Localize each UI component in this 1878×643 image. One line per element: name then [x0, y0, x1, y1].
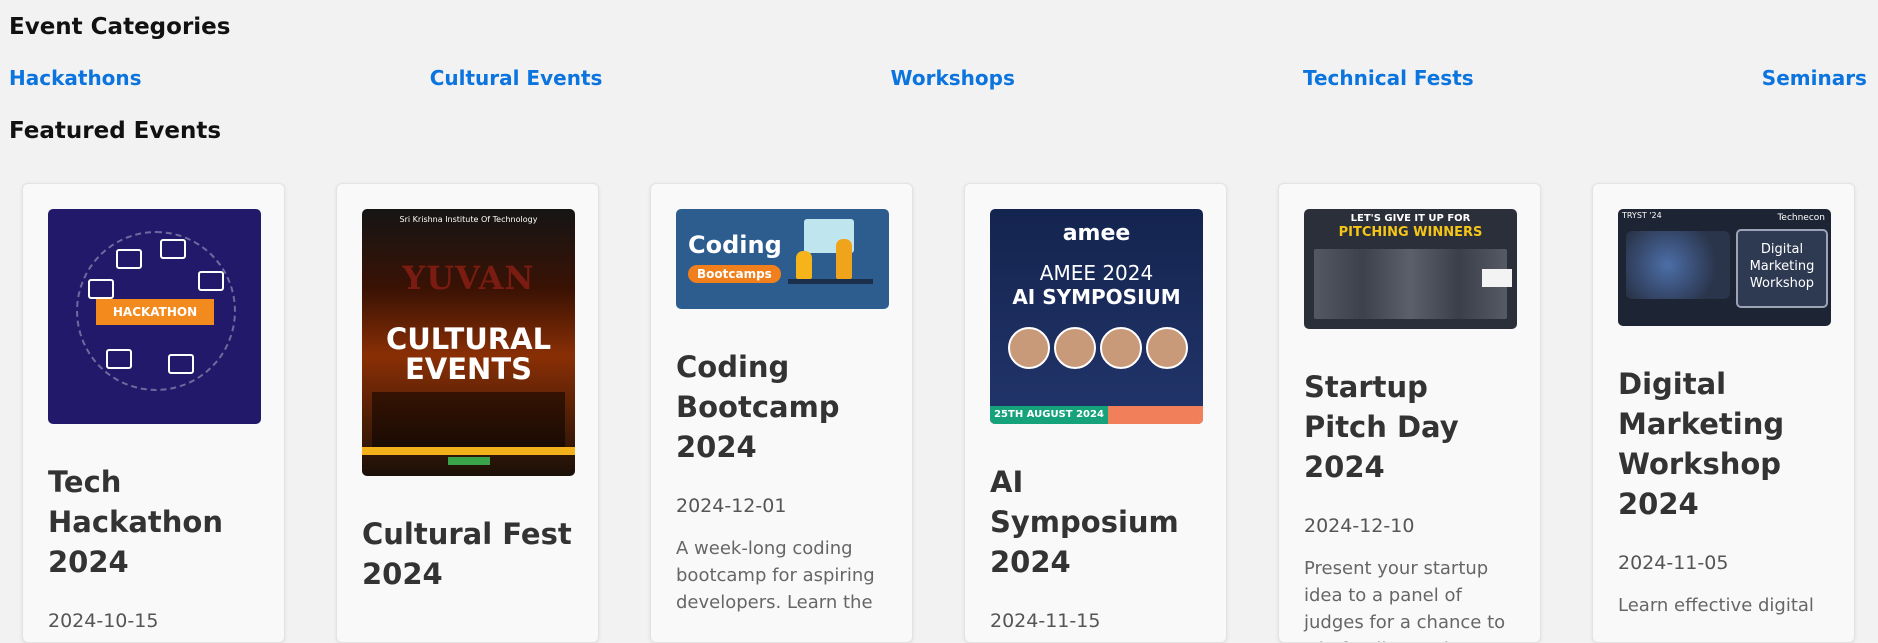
marketing-illustration — [1626, 231, 1730, 299]
poster-banner: HACKATHON — [96, 299, 214, 325]
event-poster-hackathon: HACKATHON — [48, 209, 261, 424]
speaker-photo — [1054, 327, 1096, 369]
poster-site — [448, 457, 490, 465]
event-card-cultural-fest[interactable]: Sri Krishna Institute Of Technology YUVA… — [336, 183, 599, 643]
poster-line2: PITCHING WINNERS — [1338, 225, 1483, 240]
event-description: A week-long coding bootcamp for aspiring… — [676, 538, 875, 613]
poster-line2: Bootcamps — [688, 265, 781, 283]
speaker-photo — [1008, 327, 1050, 369]
category-link-workshops[interactable]: Workshops — [891, 66, 1015, 90]
category-link-seminars[interactable]: Seminars — [1762, 66, 1867, 90]
event-card-startup-pitch[interactable]: LET'S GIVE IT UP FOR PITCHING WINNERS St… — [1278, 183, 1541, 643]
event-categories-heading: Event Categories — [9, 14, 231, 40]
poster-institute: Sri Krishna Institute Of Technology — [399, 215, 538, 224]
poster-line1: AMEE 2024 — [1039, 261, 1154, 285]
featured-events-heading: Featured Events — [9, 118, 222, 144]
poster-corner-right: Technecon — [1777, 213, 1825, 223]
event-date: 2024-10-15 — [48, 610, 159, 632]
event-date: 2024-12-10 — [1304, 515, 1415, 537]
poster-footer-date: 25TH AUGUST 2024 — [990, 406, 1108, 424]
event-date: 2024-11-05 — [1618, 552, 1729, 574]
event-date: 2024-12-01 — [676, 495, 787, 517]
speaker-photo — [1146, 327, 1188, 369]
featured-events-list: HACKATHON Tech Hackathon 2024 2024-10-15… — [22, 183, 1855, 643]
printer-icon — [168, 354, 194, 374]
poster-fest-name: YUVAN — [402, 259, 535, 297]
category-link-hackathons[interactable]: Hackathons — [9, 66, 142, 90]
group-photo — [1314, 249, 1507, 319]
event-poster-ai: amee AMEE 2024 AI SYMPOSIUM 25TH AUGUST … — [990, 209, 1203, 424]
event-card-tech-hackathon[interactable]: HACKATHON Tech Hackathon 2024 2024-10-15 — [22, 183, 285, 643]
poster-logo: amee — [1062, 221, 1131, 246]
event-poster-coding: Coding Bootcamps — [676, 209, 889, 309]
cloud-icon — [198, 271, 224, 291]
category-link-cultural-events[interactable]: Cultural Events — [430, 66, 603, 90]
poster-strip — [362, 447, 575, 455]
event-card-coding-bootcamp[interactable]: Coding Bootcamps Coding Bootcamp 2024 20… — [650, 183, 913, 643]
poster-text: Digital Marketing Workshop — [1749, 242, 1815, 291]
event-date: 2024-11-15 — [990, 610, 1101, 632]
event-poster-marketing: TRYST '24 Technecon Digital Marketing Wo… — [1618, 209, 1831, 326]
event-title: Digital Marketing Workshop 2024 — [1618, 367, 1785, 521]
poster-event-list — [372, 392, 565, 447]
event-description: Present your startup idea to a panel of … — [1304, 558, 1506, 642]
person-illustration — [836, 239, 852, 279]
poster-headline: CULTURAL EVENTS — [385, 322, 552, 386]
event-title: AI Symposium 2024 — [990, 465, 1179, 579]
keyboard-icon — [106, 349, 132, 369]
event-title: Startup Pitch Day 2024 — [1304, 370, 1459, 484]
poster-line1: Coding — [688, 231, 782, 259]
poster-line1: LET'S GIVE IT UP FOR — [1350, 213, 1471, 224]
poster-line2: AI SYMPOSIUM — [1012, 285, 1181, 309]
category-links: Hackathons Cultural Events Workshops Tec… — [9, 66, 1867, 90]
prize-check — [1482, 269, 1512, 287]
event-title: Cultural Fest 2024 — [362, 517, 572, 591]
gear-icon — [88, 279, 114, 299]
event-poster-pitch: LET'S GIVE IT UP FOR PITCHING WINNERS — [1304, 209, 1517, 329]
event-title: Coding Bootcamp 2024 — [676, 350, 840, 464]
poster-corner-left: TRYST '24 — [1622, 211, 1662, 220]
person-illustration — [796, 251, 812, 279]
event-poster-cultural: Sri Krishna Institute Of Technology YUVA… — [362, 209, 575, 476]
event-description: Learn effective digital — [1618, 595, 1814, 616]
monitor-icon — [160, 239, 186, 259]
category-link-technical-fests[interactable]: Technical Fests — [1303, 66, 1474, 90]
speaker-photo — [1100, 327, 1142, 369]
desk-illustration — [788, 279, 873, 284]
event-card-ai-symposium[interactable]: amee AMEE 2024 AI SYMPOSIUM 25TH AUGUST … — [964, 183, 1227, 643]
laptop-icon — [116, 249, 142, 269]
event-title: Tech Hackathon 2024 — [48, 465, 223, 579]
event-card-digital-marketing[interactable]: TRYST '24 Technecon Digital Marketing Wo… — [1592, 183, 1855, 643]
